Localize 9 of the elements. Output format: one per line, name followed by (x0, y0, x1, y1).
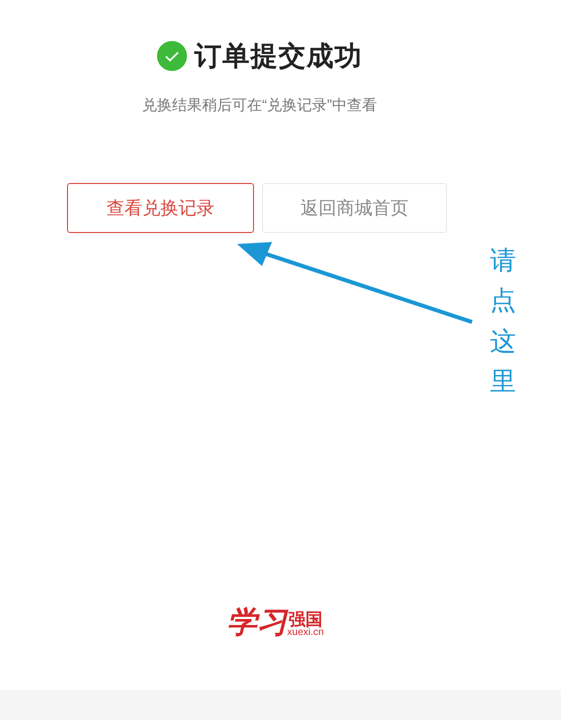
subtitle: 兑换结果稍后可在“兑换记录”中查看 (142, 96, 377, 116)
success-check-icon (156, 41, 186, 72)
logo-calligraphy: 学习 (227, 608, 288, 638)
annotation-text: 请点这里 (490, 244, 516, 398)
view-records-button[interactable]: 查看兑换记录 (67, 183, 254, 233)
back-home-button[interactable]: 返回商城首页 (262, 183, 447, 233)
page-title: 订单提交成功 (194, 40, 362, 73)
logo-domain: xuexi.cn (287, 628, 324, 638)
logo-name: 强国 (288, 611, 322, 628)
